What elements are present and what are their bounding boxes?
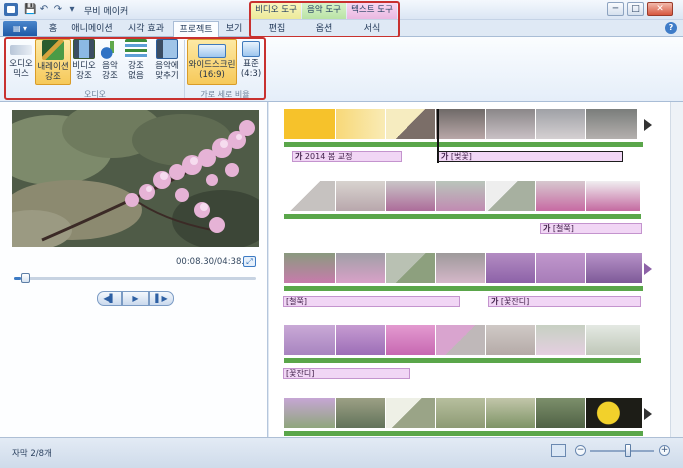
seek-progress — [14, 277, 21, 280]
redo-icon[interactable]: ↷ — [52, 3, 64, 16]
video-clip[interactable] — [436, 181, 486, 211]
video-clip[interactable] — [284, 253, 336, 283]
title-clip[interactable] — [336, 109, 386, 139]
audio-track — [284, 142, 643, 147]
caption-clip[interactable]: [꽃잔디] — [283, 368, 410, 379]
caption-text: [꽃잔디] — [500, 297, 530, 306]
zoom-in-button[interactable]: + — [659, 445, 670, 456]
video-clip[interactable] — [386, 253, 436, 283]
video-clip[interactable] — [436, 325, 486, 355]
video-clip[interactable] — [486, 181, 536, 211]
caption-glyph: 가 — [441, 152, 449, 161]
seek-thumb[interactable] — [21, 273, 30, 283]
close-button[interactable]: ✕ — [647, 2, 673, 16]
previous-frame-button[interactable]: ◀▌ — [97, 291, 122, 306]
video-clip[interactable] — [586, 181, 641, 211]
video-clip[interactable] — [586, 325, 641, 355]
contextual-tabs-highlight — [249, 1, 400, 38]
video-clip[interactable] — [336, 181, 386, 211]
video-clip[interactable] — [536, 109, 586, 139]
preview-video[interactable] — [12, 110, 259, 247]
video-clip[interactable] — [386, 109, 436, 139]
video-clip[interactable] — [536, 325, 586, 355]
caption-count: 자막 2/8개 — [12, 449, 52, 459]
audio-track — [284, 358, 641, 363]
caption-glyph: 가 — [295, 152, 303, 161]
audio-track — [284, 286, 643, 291]
caption-clip[interactable]: 가 2014 봄 교정 — [292, 151, 402, 162]
video-clip[interactable] — [436, 109, 486, 139]
video-clip[interactable] — [486, 398, 536, 428]
next-frame-button[interactable]: ▌▶ — [149, 291, 174, 306]
video-clip[interactable] — [336, 398, 386, 428]
video-clip[interactable] — [486, 109, 536, 139]
undo-icon[interactable]: ↶ — [38, 3, 50, 16]
caption-glyph: 가 — [543, 224, 551, 233]
title-clip[interactable] — [284, 109, 336, 139]
chevron-down-icon[interactable]: ▾ — [66, 3, 78, 16]
caption-text: [철쭉] — [552, 224, 574, 233]
video-clip[interactable] — [386, 398, 436, 428]
video-clip[interactable] — [336, 253, 386, 283]
tab-animations[interactable]: 애니메이션 — [66, 21, 118, 37]
minimize-button[interactable]: ─ — [607, 2, 624, 16]
video-clip[interactable] — [436, 398, 486, 428]
audio-track — [284, 431, 643, 436]
seek-bar[interactable] — [14, 277, 256, 280]
video-clip[interactable] — [386, 181, 436, 211]
zoom-slider-thumb[interactable] — [625, 444, 631, 457]
video-clip[interactable] — [284, 398, 336, 428]
caption-clip-selected[interactable]: 가 [벚꽃] — [438, 151, 623, 162]
caption-text: [꽃잔디] — [286, 369, 315, 378]
video-clip[interactable] — [436, 253, 486, 283]
tab-visual-effects[interactable]: 시각 효과 — [122, 21, 170, 37]
clip-row[interactable] — [284, 181, 641, 219]
clip-row[interactable] — [284, 109, 652, 147]
caption-clip[interactable]: 가 [철쭉] — [540, 223, 642, 234]
storyboard-scrollbar[interactable] — [670, 102, 683, 437]
maximize-button[interactable]: □ — [627, 2, 644, 16]
row-continue-arrow — [644, 408, 652, 420]
video-clip[interactable] — [284, 181, 336, 211]
video-clip[interactable] — [386, 325, 436, 355]
caption-clip[interactable]: [철쭉] — [283, 296, 460, 307]
caption-glyph: 가 — [491, 297, 499, 306]
audio-track — [284, 214, 641, 219]
clip-row[interactable] — [284, 253, 652, 291]
video-clip[interactable] — [336, 325, 386, 355]
zoom-out-button[interactable]: − — [575, 445, 586, 456]
video-clip[interactable] — [486, 253, 536, 283]
cherry-blossom-image — [12, 110, 259, 247]
tab-view[interactable]: 보기 — [221, 21, 247, 37]
tab-home[interactable]: 홈 — [42, 21, 64, 37]
zoom-slider[interactable] — [590, 450, 654, 452]
help-icon[interactable]: ? — [665, 22, 677, 34]
caption-text: [벚꽃] — [450, 152, 472, 161]
ribbon-highlight — [4, 37, 266, 100]
row-continue-arrow — [644, 263, 652, 275]
row-continue-arrow — [644, 119, 652, 131]
video-clip[interactable] — [586, 253, 643, 283]
video-clip[interactable] — [586, 109, 638, 139]
caption-text: [철쭉] — [286, 297, 307, 306]
video-clip[interactable] — [536, 398, 586, 428]
video-clip[interactable] — [284, 325, 336, 355]
clip-row[interactable] — [284, 325, 641, 363]
thumbnail-view-icon[interactable] — [551, 444, 566, 457]
video-clip[interactable] — [486, 325, 536, 355]
video-clip[interactable] — [586, 398, 643, 428]
tab-project[interactable]: 프로젝트 — [173, 21, 219, 38]
caption-text: 2014 봄 교정 — [304, 152, 353, 161]
video-clip[interactable] — [536, 181, 586, 211]
file-menu-button[interactable]: ▤ ▾ — [3, 21, 37, 36]
video-clip[interactable] — [536, 253, 586, 283]
clip-row[interactable] — [284, 398, 652, 436]
play-button[interactable]: ▶ — [122, 291, 149, 306]
fullscreen-icon[interactable]: ⤢ — [243, 256, 256, 267]
window-title: 무비 메이커 — [84, 7, 129, 17]
caption-clip[interactable]: 가 [꽃잔디] — [488, 296, 641, 307]
app-icon[interactable] — [4, 3, 18, 16]
save-icon[interactable]: 💾 — [24, 3, 36, 16]
